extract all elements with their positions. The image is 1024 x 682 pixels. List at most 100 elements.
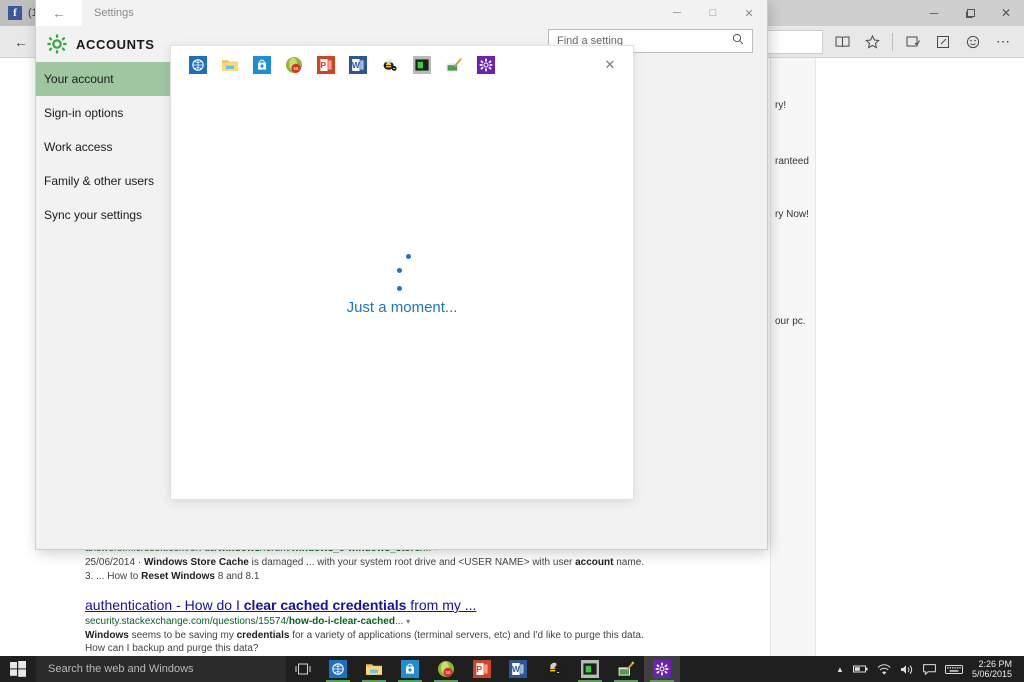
- settings-maximize-button[interactable]: □: [695, 0, 731, 26]
- taskbar-search-placeholder: Search the web and Windows: [48, 663, 194, 675]
- ad-fragment: ry!: [775, 100, 787, 111]
- taskbar-app-bee-app[interactable]: [536, 656, 572, 682]
- tray-overflow-button[interactable]: ▲: [836, 665, 844, 674]
- url-bold: how-do-i-clear-cached: [288, 615, 395, 627]
- search-result-item: authentication - How do I clear cached c…: [85, 597, 645, 656]
- settings-sidebar: Your account Sign-in options Work access…: [36, 62, 172, 549]
- search-icon: [732, 32, 744, 50]
- settings-window-title: Settings: [94, 7, 134, 19]
- settings-minimize-button[interactable]: ─: [659, 0, 695, 26]
- modal-icon-row: 58 P W: [171, 46, 633, 84]
- svg-text:W: W: [352, 61, 360, 70]
- gear-icon: [46, 33, 68, 55]
- result-url[interactable]: security.stackexchange.com/questions/155…: [85, 616, 645, 627]
- opera-icon[interactable]: 58: [285, 56, 303, 74]
- text-bold: account: [575, 557, 614, 568]
- page-ad-column: ry! ranteed ry Now! our pc.: [770, 58, 816, 656]
- sidebar-item-family-other-users[interactable]: Family & other users: [36, 164, 172, 198]
- settings-close-button[interactable]: ✕: [731, 0, 767, 26]
- windows-store-icon[interactable]: [253, 56, 271, 74]
- task-view-button[interactable]: [286, 656, 320, 682]
- action-center-icon[interactable]: [923, 663, 936, 675]
- taskbar-app-terminal[interactable]: [572, 656, 608, 682]
- ad-fragment: ry Now!: [775, 209, 809, 220]
- svg-text:W: W: [512, 665, 520, 674]
- toolbar-divider: [892, 32, 893, 51]
- url-prefix: security.stackexchange.com/questions/155…: [85, 615, 289, 627]
- result-title[interactable]: authentication - How do I clear cached c…: [85, 597, 645, 615]
- browser-minimize-button[interactable]: ─: [916, 0, 952, 26]
- taskbar-app-buttons: 58 P W: [320, 656, 680, 682]
- svg-text:P: P: [476, 664, 482, 674]
- volume-icon[interactable]: [900, 664, 914, 675]
- clock-date: 5/06/2015: [971, 669, 1012, 679]
- taskbar: Search the web and Windows 58 P W ▲ 2:26…: [0, 656, 1024, 682]
- sidebar-item-work-access[interactable]: Work access: [36, 130, 172, 164]
- taskbar-app-file-explorer[interactable]: [356, 656, 392, 682]
- text-plain: 8 and 8.1: [214, 570, 260, 582]
- internet-explorer-icon[interactable]: [189, 56, 207, 74]
- hub-icon[interactable]: [898, 29, 928, 55]
- text-plain: 25/06/2014 ·: [85, 557, 144, 568]
- smiley-icon[interactable]: [958, 29, 988, 55]
- taskbar-app-internet-explorer[interactable]: [320, 656, 356, 682]
- book-icon[interactable]: [827, 29, 857, 55]
- word-icon[interactable]: W: [349, 56, 367, 74]
- taskbar-spacer: [680, 656, 836, 682]
- browser-close-button[interactable]: ✕: [988, 0, 1024, 26]
- file-explorer-icon[interactable]: [221, 56, 239, 74]
- browser-maximize-button[interactable]: [952, 0, 988, 26]
- start-button[interactable]: [0, 656, 36, 682]
- text-bold: Windows: [85, 629, 129, 641]
- settings-gear-icon[interactable]: [477, 56, 495, 74]
- star-icon[interactable]: [857, 29, 887, 55]
- text-bold: credentials: [236, 629, 290, 641]
- account-modal-dialog: 58 P W ✕ Just a moment...: [170, 45, 634, 500]
- loading-indicator: Just a moment...: [171, 241, 633, 316]
- taskbar-app-paint[interactable]: [608, 656, 644, 682]
- clock-time: 2:26 PM: [978, 658, 1012, 669]
- modal-close-button[interactable]: ✕: [587, 46, 633, 84]
- clock[interactable]: 2:26 PM 5/06/2015: [972, 659, 1016, 680]
- sidebar-item-sync-your-settings[interactable]: Sync your settings: [36, 198, 172, 232]
- taskbar-app-opera[interactable]: 58: [428, 656, 464, 682]
- text-bold: Reset Windows: [141, 570, 215, 582]
- text-plain: from my ...: [406, 597, 477, 613]
- text-plain: is damaged ... with your system root dri…: [248, 557, 576, 568]
- paint-icon[interactable]: [445, 56, 463, 74]
- text-bold: clear cached credentials: [243, 597, 407, 613]
- sidebar-item-your-account[interactable]: Your account: [36, 62, 172, 96]
- result-dropdown-caret[interactable]: ▾: [406, 617, 410, 626]
- svg-text:58: 58: [294, 66, 299, 71]
- battery-icon[interactable]: [852, 664, 868, 674]
- taskbar-app-settings-gear[interactable]: [644, 656, 680, 682]
- taskbar-app-word[interactable]: W: [500, 656, 536, 682]
- facebook-icon: f: [8, 6, 22, 20]
- wifi-icon[interactable]: [877, 663, 891, 675]
- back-button[interactable]: ←: [6, 29, 36, 55]
- keyboard-icon[interactable]: [944, 664, 963, 675]
- taskbar-app-windows-store[interactable]: [392, 656, 428, 682]
- text-plain: seems to be saving my: [128, 629, 237, 641]
- taskbar-search-input[interactable]: Search the web and Windows: [36, 656, 286, 682]
- page-title: ACCOUNTS: [76, 36, 155, 52]
- sidebar-item-sign-in-options[interactable]: Sign-in options: [36, 96, 172, 130]
- screen: f (1) F ✕ dows account ca ✕ + ─ ✕ ← 2a: [0, 0, 1024, 682]
- ad-fragment: ranteed: [775, 156, 809, 167]
- spinner-icon: [382, 241, 422, 291]
- taskbar-app-powerpoint[interactable]: P: [464, 656, 500, 682]
- svg-text:58: 58: [446, 670, 451, 675]
- text-bold: Windows Store Cache: [143, 557, 249, 568]
- bee-app-icon[interactable]: [381, 56, 399, 74]
- system-tray: ▲ 2:26 PM 5/06/2015: [836, 656, 1024, 682]
- powerpoint-icon[interactable]: P: [317, 56, 335, 74]
- settings-back-button[interactable]: ←: [36, 0, 82, 26]
- result-snippet: Windows seems to be saving my credential…: [85, 629, 645, 656]
- browser-window-controls: ─ ✕: [916, 0, 1024, 26]
- ad-fragment: our pc.: [775, 316, 806, 327]
- settings-title-bar: ← Settings ─ □ ✕: [36, 0, 767, 26]
- svg-text:P: P: [320, 60, 326, 70]
- web-note-icon[interactable]: [928, 29, 958, 55]
- terminal-icon[interactable]: [413, 56, 431, 74]
- more-button[interactable]: ⋯: [988, 29, 1018, 55]
